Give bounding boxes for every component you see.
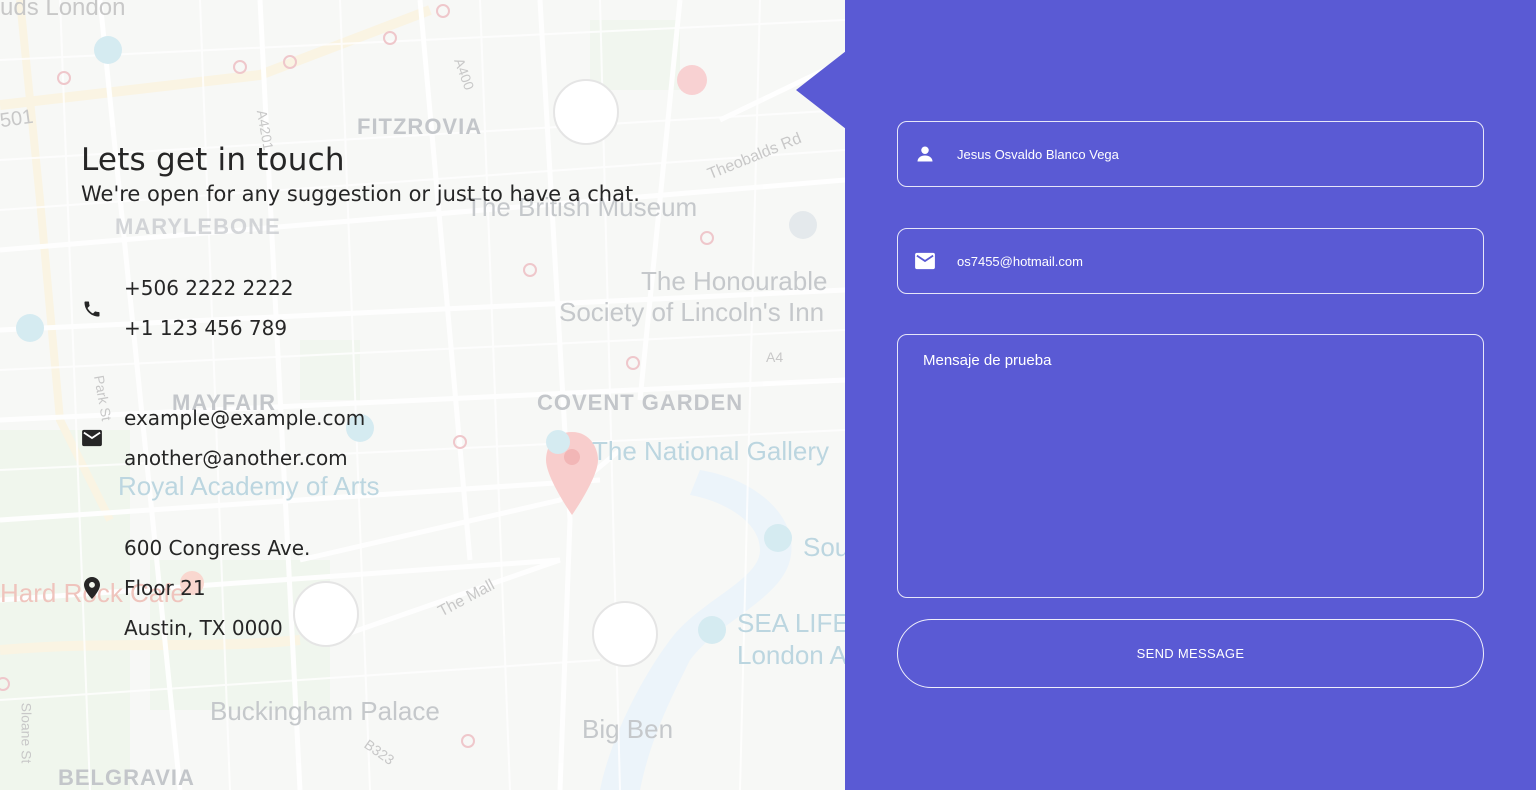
map-background: uds London FITZROVIA MARYLEBONE The Brit…	[0, 0, 845, 790]
map-label: Sou	[803, 532, 845, 562]
map-label: MARYLEBONE	[115, 214, 281, 239]
location-pin-icon	[81, 577, 103, 599]
map-label: London A	[737, 640, 845, 670]
message-textarea[interactable]: Mensaje de prueba	[897, 334, 1484, 598]
map-label: SEA LIFE	[737, 608, 845, 638]
map-label: The National Gallery	[592, 436, 829, 466]
email-icon	[914, 250, 936, 272]
phone-icon	[81, 298, 103, 320]
address-line: Austin, TX 0000	[124, 616, 283, 640]
map-label: Sloane St	[18, 702, 35, 764]
phone-list: +506 2222 2222 +1 123 456 789	[124, 268, 293, 348]
map-label: Society of Lincoln's Inn	[559, 297, 825, 327]
email-address[interactable]: another@another.com	[124, 438, 365, 478]
email-list: example@example.com another@another.com	[124, 398, 365, 478]
map-label: Buckingham Palace	[210, 696, 440, 726]
map-label: FITZROVIA	[357, 114, 483, 139]
email-input-value[interactable]: os7455@hotmail.com	[957, 254, 1083, 269]
map-label: The Honourable	[641, 266, 828, 296]
map-label: BELGRAVIA	[58, 765, 195, 790]
page-title: Lets get in touch	[81, 142, 345, 178]
email-address[interactable]: example@example.com	[124, 398, 365, 438]
phone-number[interactable]: +506 2222 2222	[124, 268, 293, 308]
address-line: 600 Congress Ave.	[124, 536, 311, 560]
contact-form: Jesus Osvaldo Blanco Vega os7455@hotmail…	[845, 0, 1536, 790]
name-input-value[interactable]: Jesus Osvaldo Blanco Vega	[957, 147, 1119, 162]
map-label: 501	[0, 105, 35, 133]
message-value[interactable]: Mensaje de prueba	[923, 352, 1051, 369]
map-label: Big Ben	[582, 714, 674, 744]
page-subtitle: We're open for any suggestion or just to…	[81, 182, 640, 206]
map-label: COVENT GARDEN	[537, 390, 744, 415]
address-lines: 600 Congress Ave. Floor 21 Austin, TX 00…	[124, 528, 310, 648]
email-icon	[81, 427, 103, 449]
contact-info: Lets get in touch We're open for any sug…	[81, 142, 821, 640]
panel-notch	[796, 51, 846, 129]
user-icon	[914, 143, 936, 165]
send-message-button[interactable]: SEND MESSAGE	[897, 619, 1484, 688]
map-label: uds London	[0, 0, 126, 21]
phone-number[interactable]: +1 123 456 789	[124, 308, 293, 348]
name-field[interactable]: Jesus Osvaldo Blanco Vega	[897, 121, 1484, 187]
email-field[interactable]: os7455@hotmail.com	[897, 228, 1484, 294]
address-line: Floor 21	[124, 576, 206, 600]
map-label: A4	[766, 349, 784, 365]
